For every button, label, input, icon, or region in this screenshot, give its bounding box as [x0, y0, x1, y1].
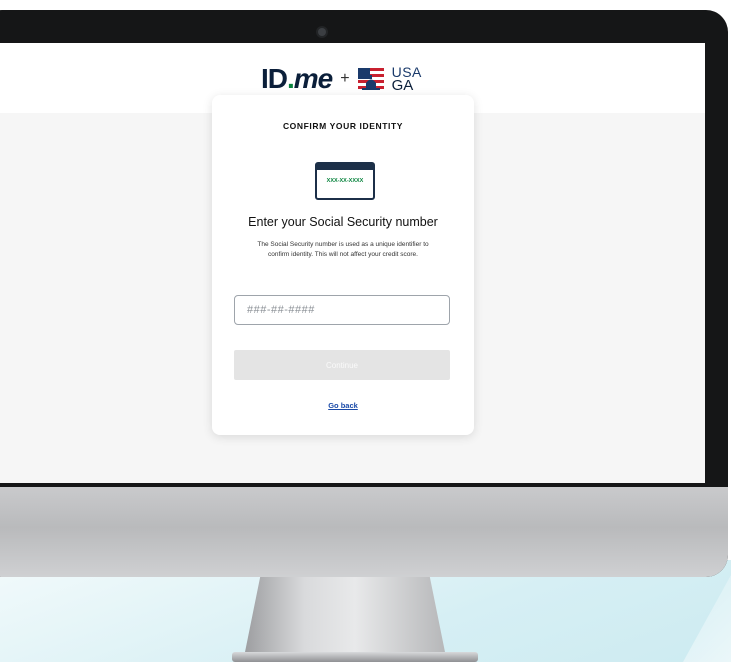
monitor-chin — [0, 487, 728, 577]
usa-ga-label: USA GA — [391, 64, 422, 94]
monitor-stand — [244, 577, 446, 657]
page-heading: Enter your Social Security number — [248, 215, 438, 229]
idme-logo: ID.me — [261, 63, 333, 94]
go-back-link[interactable]: Go back — [212, 401, 474, 410]
logo-plus: + — [340, 70, 350, 87]
ssn-card-stripe — [317, 164, 373, 170]
ssn-description: The Social Security number is used as a … — [257, 241, 429, 258]
partner-logo: ID.me + USA GA — [261, 59, 422, 99]
us-flag-capitol-icon — [357, 66, 384, 92]
camera-icon — [318, 28, 326, 36]
card-title: CONFIRM YOUR IDENTITY — [282, 121, 404, 131]
identity-card: CONFIRM YOUR IDENTITY XXX-XX-XXXX Enter … — [212, 95, 474, 435]
continue-button[interactable]: Continue — [234, 350, 450, 380]
monitor-stand-base — [232, 652, 478, 662]
ssn-card-text: XXX-XX-XXXX — [326, 178, 364, 184]
ssn-input[interactable] — [234, 295, 450, 325]
ssn-card-icon: XXX-XX-XXXX — [315, 162, 375, 200]
monitor-screen: ID.me + USA GA CONFIRM YOUR IDENTITY XXX… — [0, 43, 705, 483]
